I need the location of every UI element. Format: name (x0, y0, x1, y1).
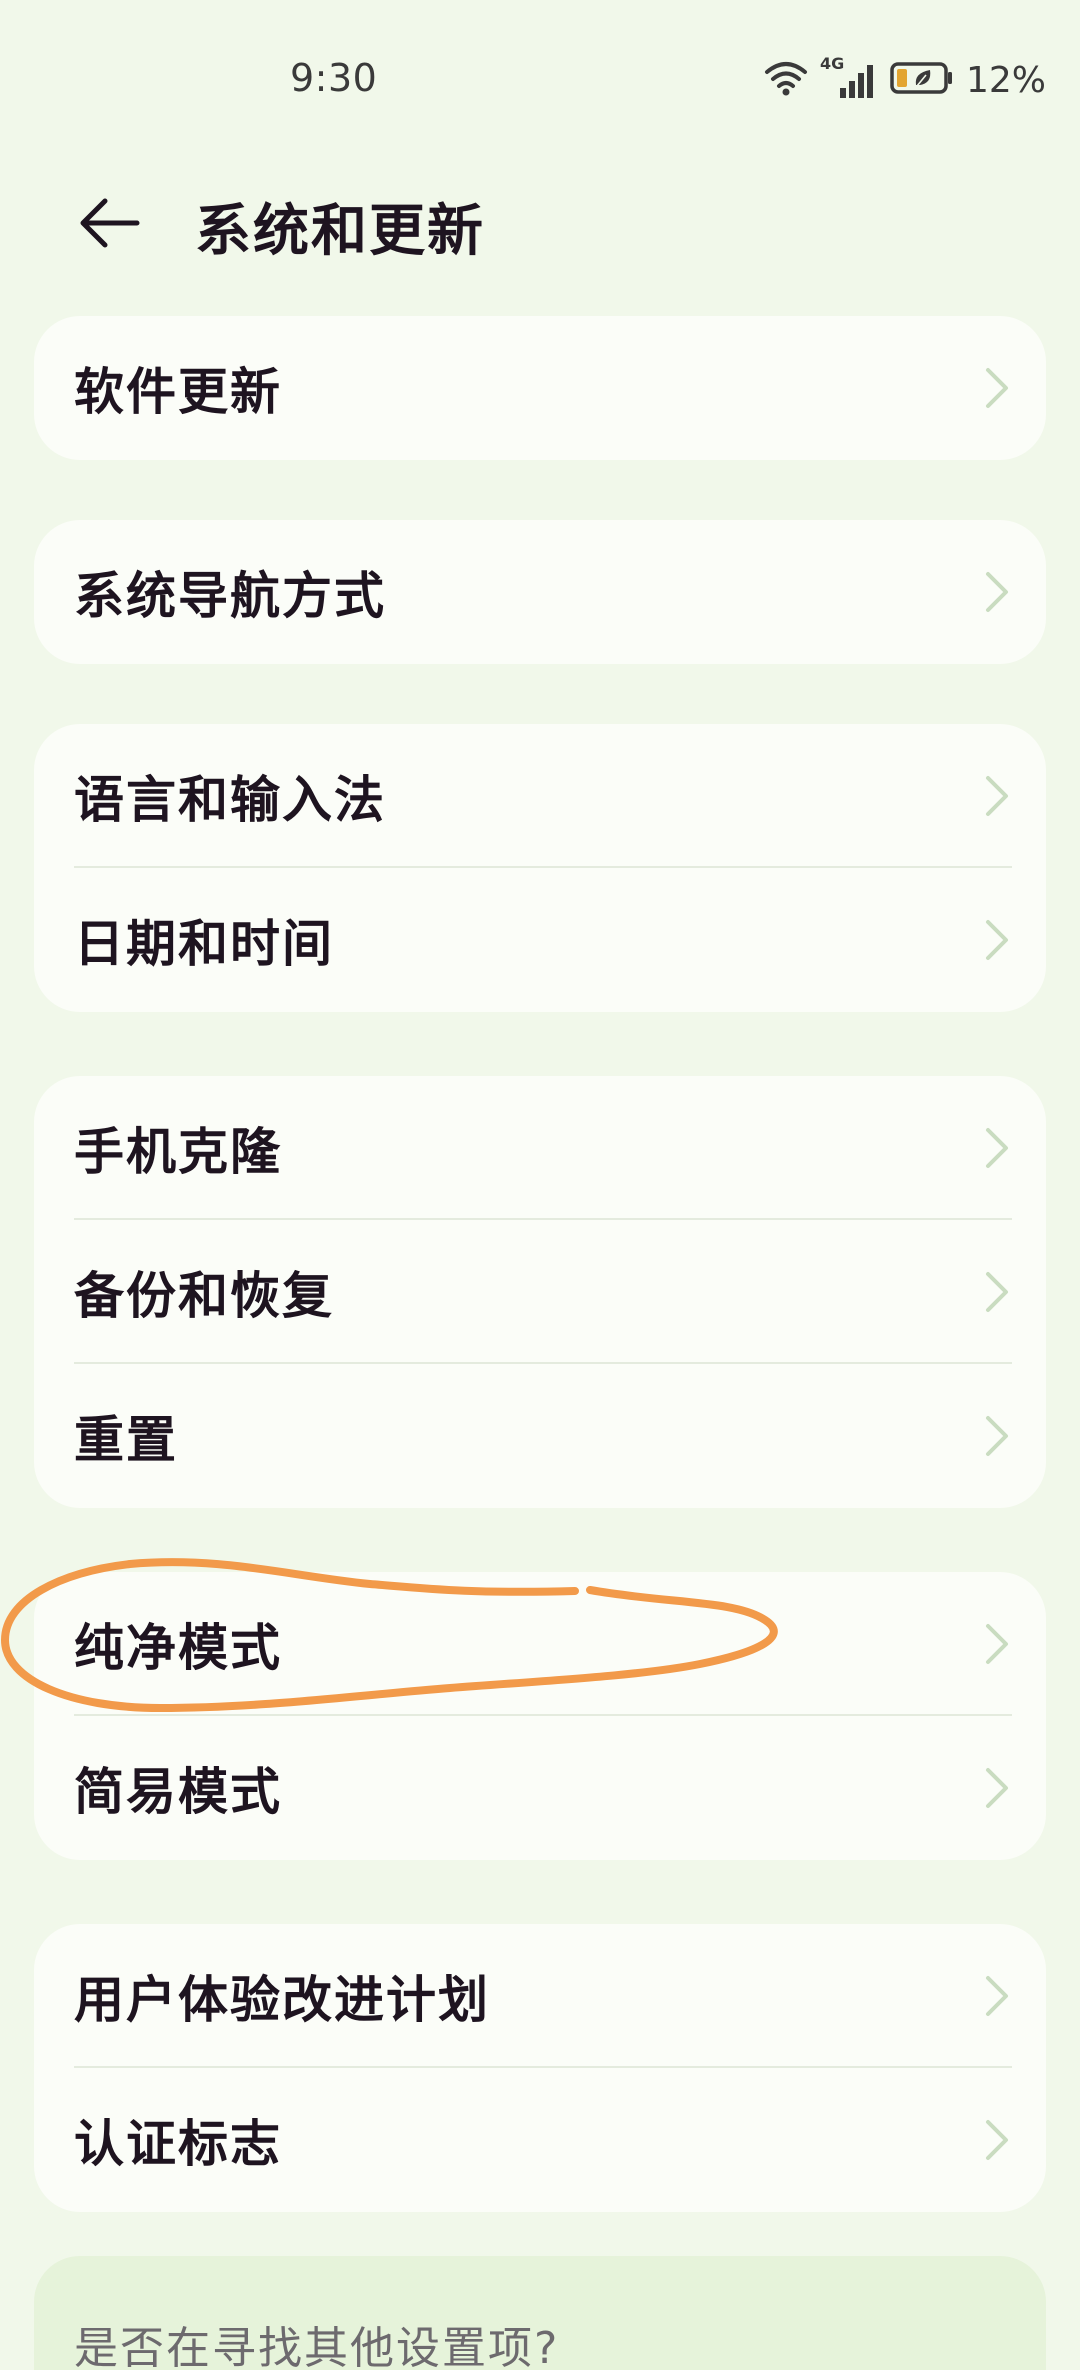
menu-item-label: 日期和时间 (74, 915, 334, 973)
menu-item-label: 用户体验改进计划 (74, 1971, 490, 2029)
settings-group-modes: 纯净模式 简易模式 (34, 1572, 1046, 1860)
menu-item-reset[interactable]: 重置 (34, 1364, 1046, 1508)
settings-group-clone-backup-reset: 手机克隆 备份和恢复 重置 (34, 1076, 1046, 1508)
menu-item-simple-mode[interactable]: 简易模式 (34, 1716, 1046, 1860)
menu-item-date-time[interactable]: 日期和时间 (34, 868, 1046, 1012)
settings-group-experience-certification: 用户体验改进计划 认证标志 (34, 1924, 1046, 2212)
menu-item-label: 手机克隆 (74, 1123, 282, 1181)
chevron-right-icon (986, 368, 1008, 408)
wifi-icon (764, 60, 808, 100)
chevron-right-icon (986, 920, 1008, 960)
status-time: 9:30 (290, 56, 378, 100)
menu-item-label: 系统导航方式 (74, 567, 386, 625)
menu-item-label: 备份和恢复 (74, 1267, 334, 1325)
cellular-signal-icon: 4G (820, 54, 878, 100)
chevron-right-icon (986, 1128, 1008, 1168)
chevron-right-icon (986, 1976, 1008, 2016)
chevron-right-icon (986, 1416, 1008, 1456)
menu-item-phone-clone[interactable]: 手机克隆 (34, 1076, 1046, 1220)
menu-item-label: 简易模式 (74, 1763, 282, 1821)
back-button[interactable] (66, 180, 152, 266)
chevron-right-icon (986, 1624, 1008, 1664)
settings-group-software-update: 软件更新 (34, 316, 1046, 460)
menu-item-label: 语言和输入法 (74, 771, 386, 829)
menu-item-certification[interactable]: 认证标志 (34, 2068, 1046, 2212)
hint-text: 是否在寻找其他设置项? (74, 2323, 560, 2370)
menu-item-label: 重置 (74, 1411, 178, 1469)
menu-item-backup-restore[interactable]: 备份和恢复 (34, 1220, 1046, 1364)
menu-item-language-input[interactable]: 语言和输入法 (34, 724, 1046, 868)
page-title: 系统和更新 (195, 199, 485, 264)
chevron-right-icon (986, 2120, 1008, 2160)
status-icons: 4G 12% (764, 54, 1046, 102)
menu-item-pure-mode[interactable]: 纯净模式 (34, 1572, 1046, 1716)
menu-item-label: 软件更新 (74, 363, 282, 421)
chevron-right-icon (986, 776, 1008, 816)
menu-item-user-experience[interactable]: 用户体验改进计划 (34, 1924, 1046, 2068)
battery-saver-icon (890, 61, 954, 99)
settings-group-language-date: 语言和输入法 日期和时间 (34, 724, 1046, 1012)
status-bar: 9:30 4G 12% (0, 0, 1080, 160)
menu-item-system-navigation[interactable]: 系统导航方式 (34, 520, 1046, 664)
header: 系统和更新 (0, 160, 1080, 300)
chevron-right-icon (986, 1768, 1008, 1808)
arrow-left-icon (80, 198, 140, 248)
chevron-right-icon (986, 572, 1008, 612)
search-other-settings-card[interactable]: 是否在寻找其他设置项? (34, 2256, 1046, 2370)
battery-percent: 12% (965, 59, 1046, 101)
settings-group-navigation: 系统导航方式 (34, 520, 1046, 664)
screen: 9:30 4G 12% 系统和更新 软件更新 系统导航方式 语言和输入法 日期和… (0, 0, 1080, 2370)
menu-item-label: 纯净模式 (74, 1619, 282, 1677)
chevron-right-icon (986, 1272, 1008, 1312)
menu-item-label: 认证标志 (74, 2115, 282, 2173)
menu-item-software-update[interactable]: 软件更新 (34, 316, 1046, 460)
